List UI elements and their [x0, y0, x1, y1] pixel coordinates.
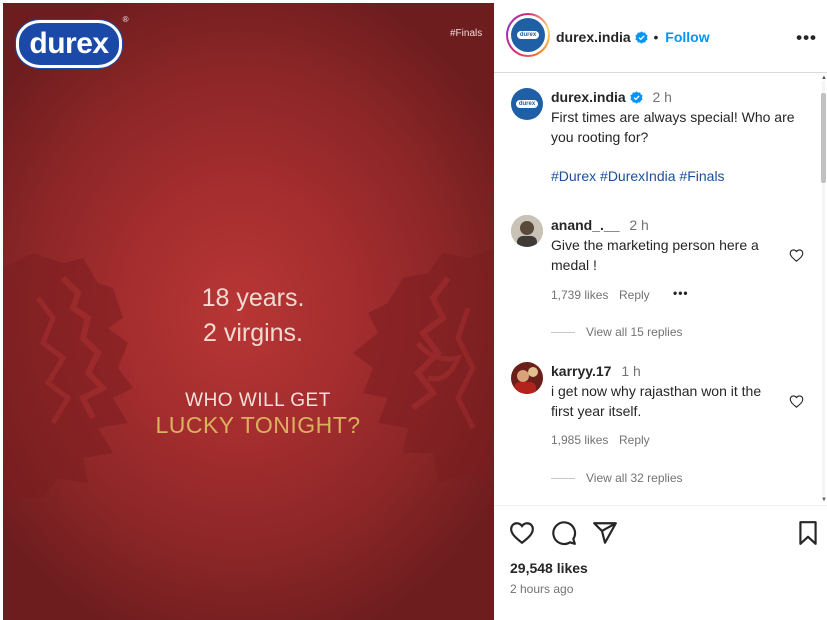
comment-likes-count[interactable]: 1,739 likes — [551, 288, 608, 302]
post-timestamp[interactable]: 2 hours ago — [510, 582, 573, 596]
follow-button[interactable]: Follow — [665, 29, 709, 45]
comment-more-icon[interactable]: ••• — [673, 286, 689, 300]
comment-avatar[interactable] — [511, 215, 543, 247]
hashtag-link[interactable]: #DurexIndia — [600, 168, 676, 184]
caption-avatar[interactable]: durex — [511, 88, 543, 120]
image-text-virgins: 2 virgins. — [202, 319, 304, 347]
image-hashtag: #Finals — [450, 28, 483, 39]
hashtag-link[interactable]: #Finals — [679, 168, 724, 184]
verified-badge-icon — [634, 31, 648, 44]
avatar[interactable]: durex — [511, 18, 545, 52]
caption-hashtags: #Durex #DurexIndia #Finals — [551, 168, 725, 184]
image-question-line1: WHO WILL GET — [185, 390, 331, 411]
heart-icon[interactable] — [509, 520, 535, 546]
share-icon[interactable] — [592, 520, 618, 546]
comment-text-line2: medal ! — [551, 257, 597, 273]
header-username[interactable]: durex.india — [556, 29, 631, 45]
caption-text-line2: you rooting for? — [551, 129, 649, 145]
header-user-line: durex.india • Follow — [556, 29, 710, 45]
comment-text-line1: i get now why rajasthan won it the — [551, 383, 762, 399]
comment-like-heart-icon[interactable] — [789, 248, 804, 263]
logo-text: durex — [29, 27, 109, 60]
scroll-down-icon[interactable]: ▼ — [821, 497, 827, 503]
comment-username[interactable]: anand_.__ — [551, 217, 619, 233]
hashtag-link[interactable]: #Durex — [551, 168, 596, 184]
scrollbar-thumb[interactable] — [821, 93, 826, 183]
comment-like-heart-icon[interactable] — [789, 394, 804, 409]
bookmark-icon[interactable] — [795, 520, 821, 546]
post-likes-count[interactable]: 29,548 likes — [510, 560, 588, 576]
caption-text-line1: First times are always special! Who are — [551, 109, 795, 125]
comment-reply-button[interactable]: Reply — [619, 433, 650, 447]
post-side-panel: durex durex.india • Follow ••• durex dur… — [494, 0, 827, 620]
caption-time[interactable]: 2 h — [652, 89, 671, 105]
divider — [551, 477, 575, 479]
scroll-up-icon[interactable]: ▲ — [821, 75, 827, 81]
verified-badge-icon — [629, 91, 643, 104]
view-replies-button[interactable]: View all 32 replies — [551, 471, 683, 485]
more-options-icon[interactable]: ••• — [796, 28, 817, 48]
comment-header: karryy.17 1 h — [551, 361, 641, 381]
comment-time[interactable]: 2 h — [629, 217, 648, 233]
view-replies-label: View all 15 replies — [586, 325, 683, 339]
view-replies-label: View all 32 replies — [586, 471, 683, 485]
header-separator: • — [653, 29, 659, 45]
durex-logo: durex ® — [16, 15, 129, 68]
image-question-line2: LUCKY TONIGHT? — [155, 412, 361, 438]
post-image[interactable]: durex ® #Finals 18 years. 2 virgins. WHO… — [3, 3, 494, 620]
comment-text-line2: first year itself. — [551, 403, 642, 419]
comment-likes-count[interactable]: 1,985 likes — [551, 433, 608, 447]
post-header: durex durex.india • Follow ••• — [494, 0, 827, 73]
comment-avatar[interactable] — [511, 362, 543, 394]
caption-header: durex.india 2 h — [551, 87, 672, 107]
image-text-years: 18 years. — [201, 284, 305, 312]
comment-header: anand_.__ 2 h — [551, 215, 649, 235]
avatar-logo-icon: durex — [515, 100, 539, 108]
view-replies-button[interactable]: View all 15 replies — [551, 325, 683, 339]
comment-username[interactable]: karryy.17 — [551, 363, 611, 379]
comment-time[interactable]: 1 h — [621, 363, 640, 379]
instagram-post-modal: durex ® #Finals 18 years. 2 virgins. WHO… — [0, 0, 827, 620]
story-ring[interactable]: durex — [506, 13, 550, 57]
divider — [551, 331, 575, 333]
comment-reply-button[interactable]: Reply — [619, 288, 650, 302]
comment-icon[interactable] — [551, 520, 577, 546]
post-actions: 29,548 likes 2 hours ago — [494, 505, 827, 620]
avatar-logo-icon: durex — [516, 31, 540, 39]
person-photo-icon — [511, 362, 543, 394]
person-photo-icon — [511, 215, 543, 247]
registered-mark-icon: ® — [122, 15, 129, 24]
caption-username[interactable]: durex.india — [551, 89, 626, 105]
comment-text-line1: Give the marketing person here a — [551, 237, 759, 253]
comments-scrollbar[interactable]: ▲ ▼ — [820, 73, 827, 505]
comments-scroll-area[interactable]: durex durex.india 2 h First times are al… — [494, 73, 827, 505]
